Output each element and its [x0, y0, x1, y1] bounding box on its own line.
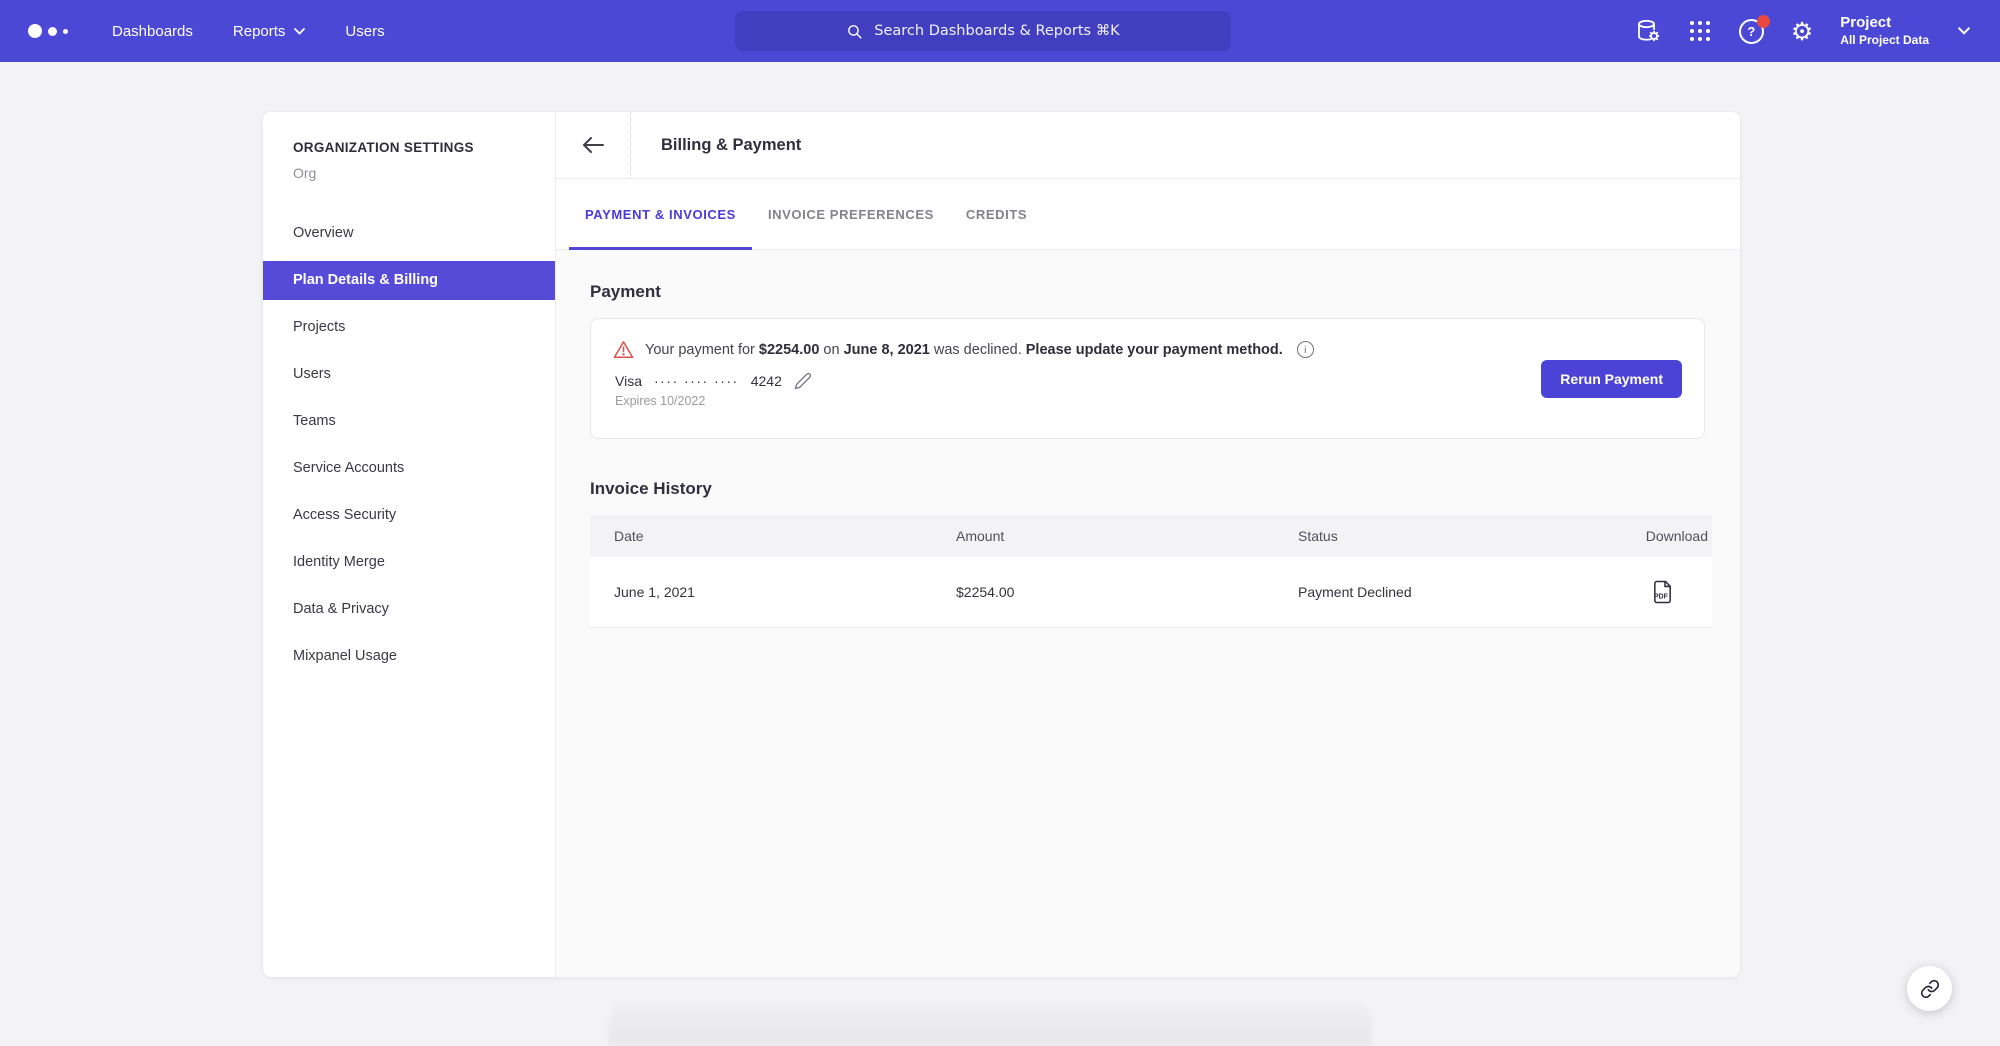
- nav-item-dashboards[interactable]: Dashboards: [112, 23, 193, 40]
- dock-shadow: [608, 1002, 1372, 1046]
- payment-method-row: Visa ···· ···· ···· 4242: [615, 372, 1682, 390]
- apps-grid-icon[interactable]: [1688, 19, 1712, 43]
- nav-item-users[interactable]: Users: [345, 23, 384, 40]
- sidebar-item-access-security[interactable]: Access Security: [263, 496, 555, 535]
- chevron-down-icon: [294, 28, 305, 35]
- sidebar-item-teams[interactable]: Teams: [263, 402, 555, 441]
- search-input[interactable]: Search Dashboards & Reports ⌘K: [735, 11, 1231, 51]
- rerun-payment-button[interactable]: Rerun Payment: [1541, 360, 1682, 398]
- mixpanel-logo-icon[interactable]: [28, 24, 86, 38]
- search-placeholder: Search Dashboards & Reports ⌘K: [874, 23, 1119, 39]
- sidebar-item-plan-details-billing[interactable]: Plan Details & Billing: [263, 261, 555, 300]
- card-expiry: Expires 10/2022: [615, 394, 1682, 408]
- sidebar-item-mixpanel-usage[interactable]: Mixpanel Usage: [263, 637, 555, 676]
- chevron-down-icon[interactable]: [1958, 27, 1970, 35]
- nav-menu: Dashboards Reports Users: [112, 23, 385, 40]
- org-settings-sidebar: ORGANIZATION SETTINGS Org Overview Plan …: [263, 112, 556, 977]
- invoice-table-row: June 1, 2021 $2254.00 Payment Declined P…: [590, 557, 1712, 628]
- tab-invoice-preferences[interactable]: INVOICE PREFERENCES: [752, 179, 950, 249]
- invoice-table: Date Amount Status Download June 1, 2021…: [590, 515, 1712, 628]
- link-icon: [1920, 979, 1940, 999]
- share-link-button[interactable]: [1907, 966, 1952, 1011]
- svg-text:PDF: PDF: [1654, 594, 1668, 601]
- sidebar-item-users[interactable]: Users: [263, 355, 555, 394]
- nav-right: ? ⚙ Project All Project Data: [1635, 0, 2000, 62]
- top-nav: Dashboards Reports Users Search Dashboar…: [0, 0, 2000, 62]
- help-icon[interactable]: ?: [1739, 19, 1764, 44]
- sidebar-item-data-privacy[interactable]: Data & Privacy: [263, 590, 555, 629]
- tab-payment-invoices[interactable]: PAYMENT & INVOICES: [569, 179, 752, 249]
- invoice-status: Payment Declined: [1298, 584, 1592, 600]
- settings-card: ORGANIZATION SETTINGS Org Overview Plan …: [263, 112, 1740, 977]
- search-icon: [846, 23, 863, 40]
- download-pdf-button[interactable]: PDF: [1651, 579, 1674, 605]
- invoice-history-heading: Invoice History: [590, 479, 1706, 499]
- project-label: Project: [1840, 14, 1929, 33]
- column-header-date: Date: [590, 528, 956, 544]
- invoice-table-header: Date Amount Status Download: [590, 515, 1712, 557]
- card-masked-digits: ···· ···· ····: [654, 373, 739, 389]
- back-arrow-icon: [582, 137, 604, 153]
- pdf-file-icon: PDF: [1651, 579, 1674, 605]
- sidebar-items: Overview Plan Details & Billing Projects…: [263, 214, 555, 676]
- page-header: Billing & Payment: [556, 112, 1740, 179]
- notification-badge: [1757, 15, 1770, 28]
- sidebar-item-service-accounts[interactable]: Service Accounts: [263, 449, 555, 488]
- nav-item-reports[interactable]: Reports: [233, 23, 306, 40]
- declined-payment-alert: Your payment for $2254.00 on June 8, 202…: [613, 340, 1682, 359]
- payment-heading: Payment: [590, 282, 1706, 302]
- nav-left: Dashboards Reports Users: [0, 23, 385, 40]
- billing-main: Billing & Payment PAYMENT & INVOICES INV…: [556, 112, 1740, 977]
- org-name: Org: [293, 165, 555, 181]
- sidebar-item-projects[interactable]: Projects: [263, 308, 555, 347]
- project-value: All Project Data: [1840, 33, 1929, 48]
- alert-text: Your payment for $2254.00 on June 8, 202…: [645, 342, 1283, 358]
- page-title: Billing & Payment: [631, 112, 801, 178]
- invoice-date: June 1, 2021: [590, 584, 956, 600]
- edit-card-button[interactable]: [794, 372, 812, 390]
- settings-gear-icon[interactable]: ⚙: [1791, 19, 1813, 44]
- card-last4: 4242: [751, 373, 782, 389]
- nav-item-reports-label: Reports: [233, 23, 286, 40]
- column-header-download: Download: [1592, 528, 1712, 544]
- page: Dashboards Reports Users Search Dashboar…: [0, 0, 2000, 1046]
- pencil-icon: [794, 372, 812, 390]
- info-icon[interactable]: i: [1297, 341, 1314, 358]
- data-management-icon[interactable]: [1635, 18, 1661, 44]
- project-switcher[interactable]: Project All Project Data: [1840, 14, 1929, 48]
- warning-triangle-icon: [613, 340, 634, 359]
- sidebar-section-title: ORGANIZATION SETTINGS: [293, 140, 555, 155]
- tab-bar: PAYMENT & INVOICES INVOICE PREFERENCES C…: [556, 179, 1740, 250]
- column-header-status: Status: [1298, 528, 1592, 544]
- card-brand: Visa: [615, 373, 642, 389]
- sidebar-item-overview[interactable]: Overview: [263, 214, 555, 253]
- tab-credits[interactable]: CREDITS: [950, 179, 1043, 249]
- invoice-amount: $2254.00: [956, 584, 1298, 600]
- payment-card: Your payment for $2254.00 on June 8, 202…: [590, 318, 1705, 439]
- back-button[interactable]: [556, 112, 631, 178]
- tab-content: Payment Your payment for $2254.00 on Jun…: [556, 250, 1740, 977]
- column-header-amount: Amount: [956, 528, 1298, 544]
- sidebar-item-identity-merge[interactable]: Identity Merge: [263, 543, 555, 582]
